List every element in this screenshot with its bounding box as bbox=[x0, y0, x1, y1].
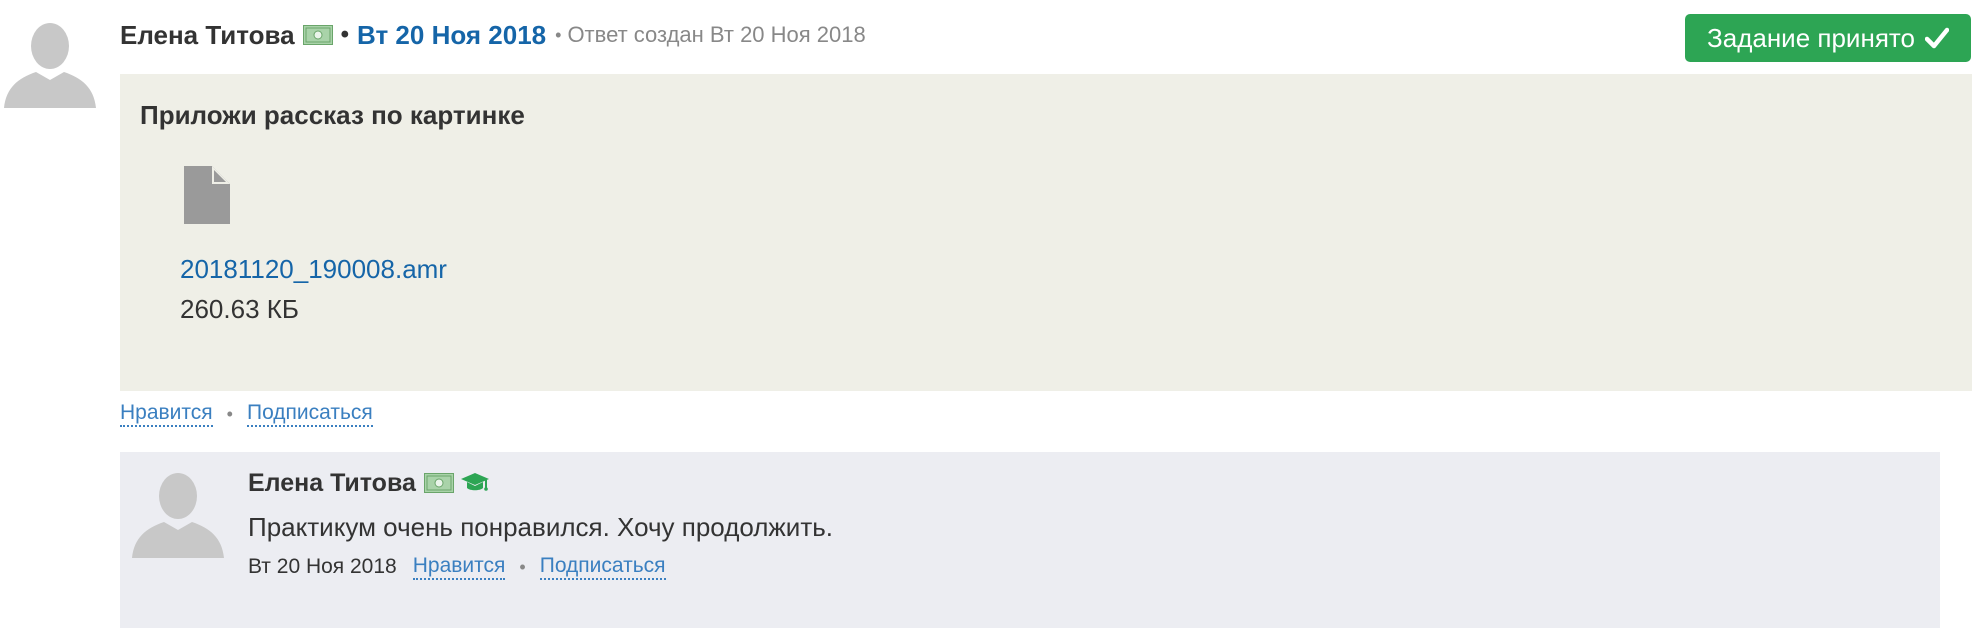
header-separator: • bbox=[340, 21, 350, 48]
comment-header: Елена Титова bbox=[248, 466, 490, 500]
comment-text: Практикум очень понравился. Хочу продолж… bbox=[248, 512, 834, 542]
money-icon bbox=[423, 473, 454, 493]
actions-separator: • bbox=[226, 403, 233, 424]
meta-separator: • bbox=[555, 24, 562, 45]
checkmark-icon bbox=[1924, 27, 1949, 49]
attachment-file-link[interactable]: 20181120_190008.amr bbox=[180, 254, 447, 285]
task-content: Приложи рассказ по картинке 20181120_190… bbox=[120, 74, 1972, 391]
file-icon[interactable] bbox=[184, 166, 230, 224]
money-icon bbox=[302, 25, 333, 45]
post-date-link[interactable]: Вт 20 Ноя 2018 bbox=[357, 20, 546, 51]
attachment-file-size: 260.63 КБ bbox=[180, 294, 299, 324]
task-title: Приложи рассказ по картинке bbox=[140, 100, 525, 130]
comment-actions-separator: • bbox=[519, 556, 526, 577]
post-actions: Нравится • Подписаться bbox=[120, 400, 373, 428]
subscribe-link[interactable]: Подписаться bbox=[246, 401, 373, 427]
post-author-name[interactable]: Елена Титова bbox=[120, 20, 295, 51]
comment: Елена Титова Практикум очень понравился.… bbox=[120, 452, 1940, 628]
comment-author-avatar[interactable] bbox=[130, 464, 226, 560]
task-accepted-button[interactable]: Задание принято bbox=[1685, 14, 1971, 62]
post-header: Елена Титова • Вт 20 Ноя 2018 • Ответ со… bbox=[120, 16, 866, 54]
comment-like-link[interactable]: Нравится bbox=[412, 554, 506, 580]
comment-subscribe-link[interactable]: Подписаться bbox=[539, 554, 666, 580]
graduation-cap-icon bbox=[460, 472, 490, 494]
task-accepted-label: Задание принято bbox=[1707, 22, 1915, 53]
comment-date: Вт 20 Ноя 2018 bbox=[248, 555, 397, 578]
like-link[interactable]: Нравится bbox=[120, 401, 213, 427]
comment-author-name[interactable]: Елена Титова bbox=[248, 469, 416, 498]
comment-meta: Вт 20 Ноя 2018 Нравится • Подписаться bbox=[248, 552, 666, 582]
post-meta: Ответ создан Вт 20 Ноя 2018 bbox=[567, 22, 866, 47]
author-avatar[interactable] bbox=[2, 14, 98, 110]
